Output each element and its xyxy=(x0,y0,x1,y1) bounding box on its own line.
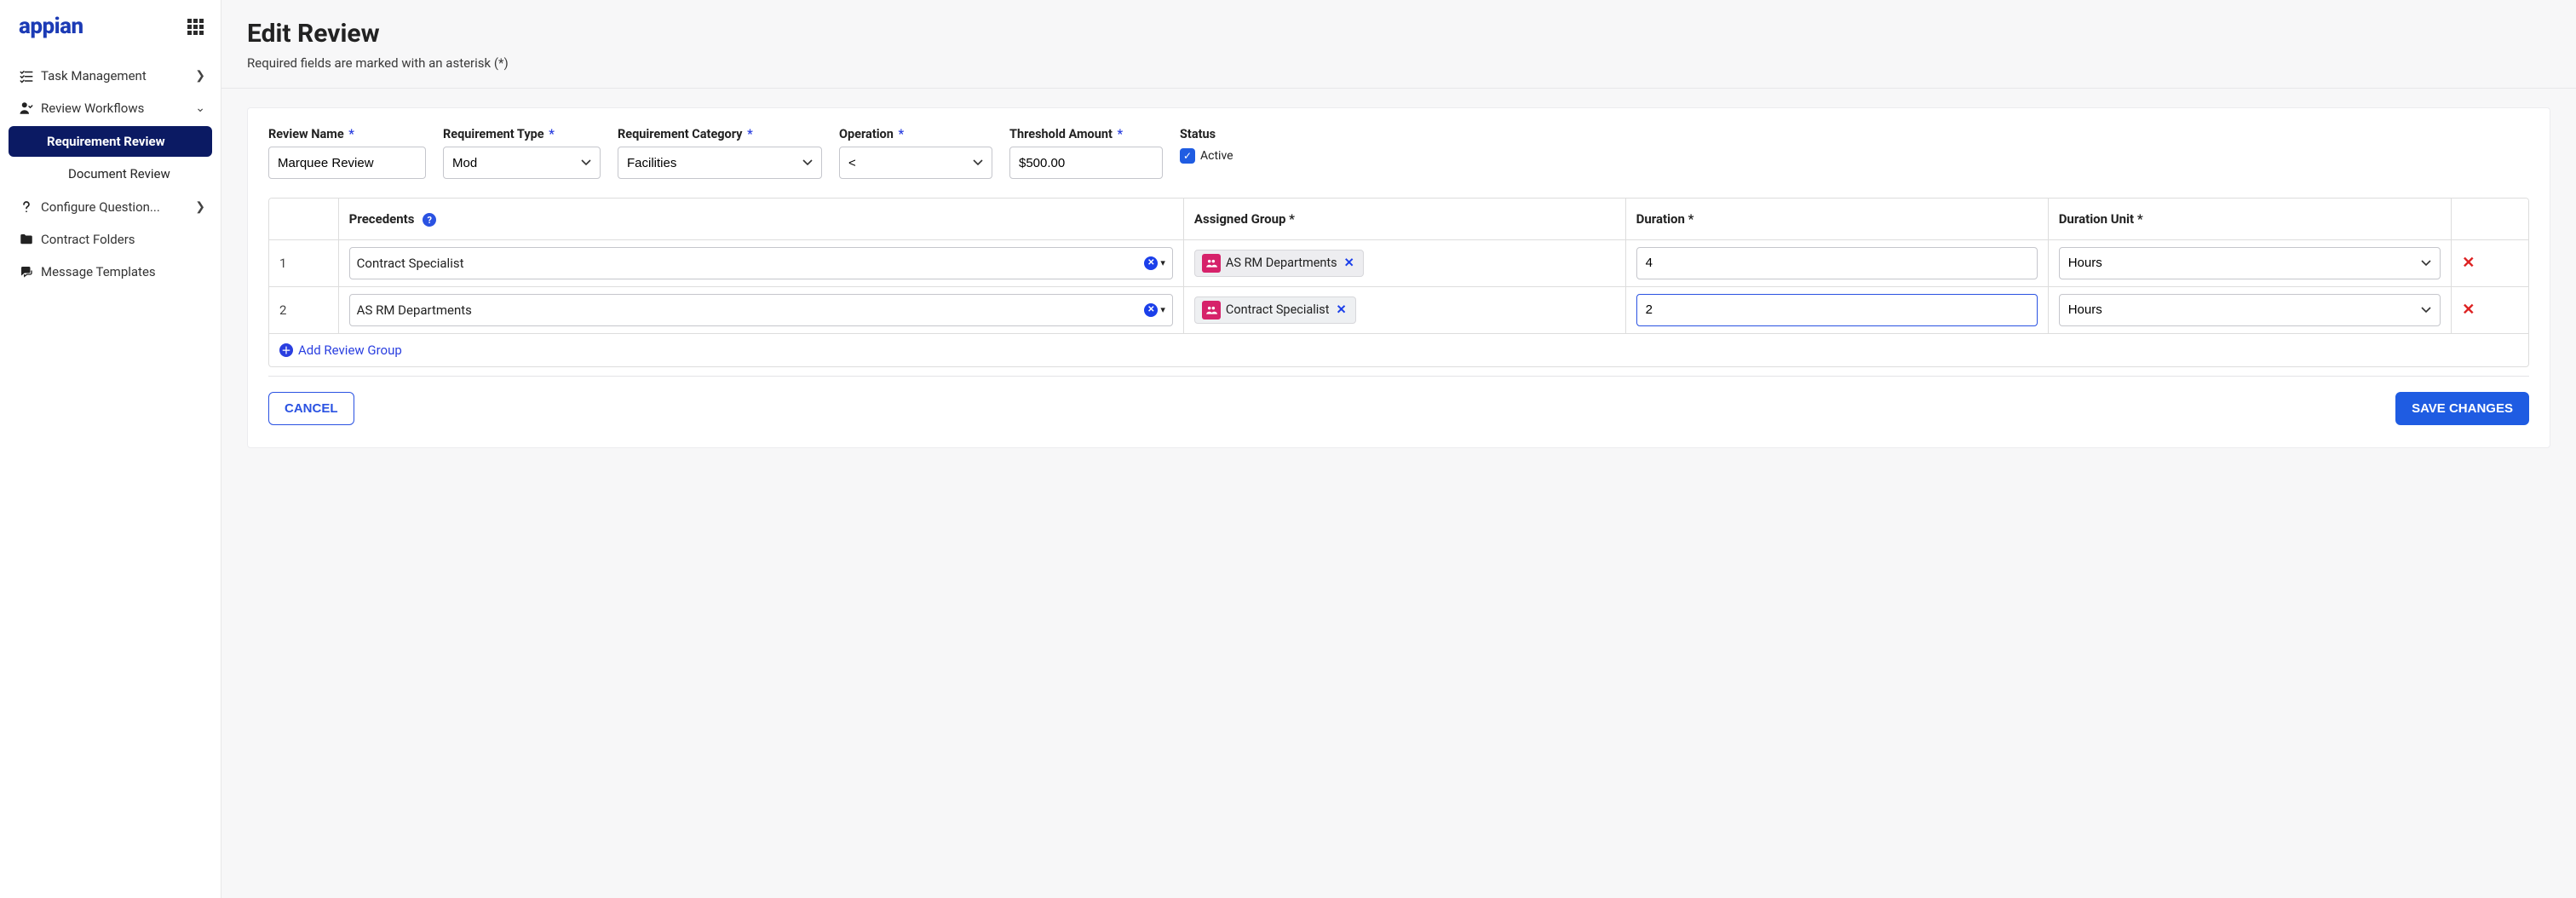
assigned-group-label: Contract Specialist xyxy=(1226,302,1330,317)
review-groups-table: Precedents ? Assigned Group * Duration *… xyxy=(268,198,2529,367)
page-header: Edit Review Required fields are marked w… xyxy=(221,0,2576,89)
folder-icon xyxy=(19,232,41,247)
table-row: 2 AS RM Departments ✕ ▾ xyxy=(269,286,2528,333)
plus-icon: ＋ xyxy=(279,343,293,357)
operation-label: Operation * xyxy=(839,127,992,141)
sidebar-item-label: Message Templates xyxy=(41,264,205,279)
duration-unit-select[interactable]: Hours xyxy=(2059,247,2441,279)
main-content: Edit Review Required fields are marked w… xyxy=(221,0,2576,898)
help-icon[interactable]: ? xyxy=(423,213,436,227)
duration-input[interactable] xyxy=(1636,247,2038,279)
app-launcher-icon[interactable] xyxy=(187,19,204,35)
precedent-value: AS RM Departments xyxy=(357,302,1140,318)
precedent-dropdown-toggle[interactable]: ✕ ▾ xyxy=(1144,256,1165,270)
comments-icon xyxy=(19,264,41,279)
user-check-icon xyxy=(19,101,41,116)
list-check-icon xyxy=(19,68,41,83)
review-name-label: Review Name * xyxy=(268,127,426,141)
precedent-select[interactable]: Contract Specialist ✕ ▾ xyxy=(349,247,1173,279)
sidebar-top: appian xyxy=(0,10,221,55)
sidebar-item-configure-question[interactable]: Configure Question... ❯ xyxy=(0,191,221,223)
sidebar-item-message-templates[interactable]: Message Templates xyxy=(0,256,221,288)
requirement-category-select[interactable]: Facilities xyxy=(618,147,822,179)
sidebar-sub-document-review[interactable]: Document Review xyxy=(9,158,212,189)
form-card: Review Name * Requirement Type * Mod Req… xyxy=(247,107,2550,448)
threshold-label: Threshold Amount * xyxy=(1009,127,1163,141)
col-index-header xyxy=(269,199,338,239)
group-icon xyxy=(1202,254,1221,273)
page-subtitle: Required fields are marked with an aster… xyxy=(247,55,2550,71)
delete-row-icon[interactable]: ✕ xyxy=(2462,301,2475,319)
chevron-down-icon: ▾ xyxy=(1160,304,1165,315)
remove-group-icon[interactable]: ✕ xyxy=(1335,302,1348,317)
sidebar-item-review-workflows[interactable]: Review Workflows ⌄ xyxy=(0,92,221,124)
sidebar-item-label: Review Workflows xyxy=(41,101,195,116)
chevron-down-icon: ▾ xyxy=(1160,257,1165,268)
requirement-type-select[interactable]: Mod xyxy=(443,147,601,179)
sidebar-item-contract-folders[interactable]: Contract Folders xyxy=(0,223,221,256)
requirement-category-label: Requirement Category * xyxy=(618,127,822,141)
clear-icon[interactable]: ✕ xyxy=(1144,256,1158,270)
sidebar-item-label: Configure Question... xyxy=(41,199,195,215)
status-active-label: Active xyxy=(1200,149,1233,163)
requirement-type-label: Requirement Type * xyxy=(443,127,601,141)
row-index: 2 xyxy=(269,286,338,333)
col-duration-unit-header: Duration Unit * xyxy=(2048,199,2452,239)
cancel-button[interactable]: CANCEL xyxy=(268,392,354,425)
operation-select[interactable]: < xyxy=(839,147,992,179)
precedent-select[interactable]: AS RM Departments ✕ ▾ xyxy=(349,294,1173,326)
duration-input[interactable] xyxy=(1636,294,2038,326)
add-review-group-link[interactable]: ＋ Add Review Group xyxy=(269,334,2528,366)
precedent-value: Contract Specialist xyxy=(357,256,1140,271)
brand-logo: appian xyxy=(19,14,83,39)
clear-icon[interactable]: ✕ xyxy=(1144,303,1158,317)
page-title: Edit Review xyxy=(247,19,2550,49)
group-icon xyxy=(1202,301,1221,319)
precedent-dropdown-toggle[interactable]: ✕ ▾ xyxy=(1144,303,1165,317)
chevron-right-icon: ❯ xyxy=(195,69,205,83)
status-active-checkbox[interactable]: ✓ xyxy=(1180,148,1195,164)
assigned-group-pill[interactable]: AS RM Departments ✕ xyxy=(1194,250,1364,277)
chevron-right-icon: ❯ xyxy=(195,200,205,214)
delete-row-icon[interactable]: ✕ xyxy=(2462,254,2475,272)
assigned-group-label: AS RM Departments xyxy=(1226,256,1337,270)
row-index: 1 xyxy=(269,239,338,286)
question-icon xyxy=(19,199,41,215)
sidebar: appian Task Management ❯ xyxy=(0,0,221,898)
threshold-input[interactable] xyxy=(1009,147,1163,179)
col-assigned-group-header: Assigned Group * xyxy=(1183,199,1625,239)
col-delete-header xyxy=(2452,199,2528,239)
chevron-down-icon: ⌄ xyxy=(195,101,205,115)
col-duration-header: Duration * xyxy=(1625,199,2048,239)
sidebar-item-label: Task Management xyxy=(41,68,195,83)
sidebar-sub-requirement-review[interactable]: Requirement Review xyxy=(9,126,212,157)
save-button[interactable]: SAVE CHANGES xyxy=(2395,392,2529,425)
col-precedents-header: Precedents ? xyxy=(338,199,1183,239)
status-label: Status xyxy=(1180,127,1233,141)
table-row: 1 Contract Specialist ✕ ▾ xyxy=(269,239,2528,286)
duration-unit-select[interactable]: Hours xyxy=(2059,294,2441,326)
review-name-input[interactable] xyxy=(268,147,426,179)
sidebar-nav: Task Management ❯ Review Workflows ⌄ Req… xyxy=(0,55,221,288)
sidebar-item-label: Contract Folders xyxy=(41,232,205,247)
sidebar-item-task-management[interactable]: Task Management ❯ xyxy=(0,60,221,92)
remove-group-icon[interactable]: ✕ xyxy=(1343,256,1356,270)
assigned-group-pill[interactable]: Contract Specialist ✕ xyxy=(1194,296,1356,324)
